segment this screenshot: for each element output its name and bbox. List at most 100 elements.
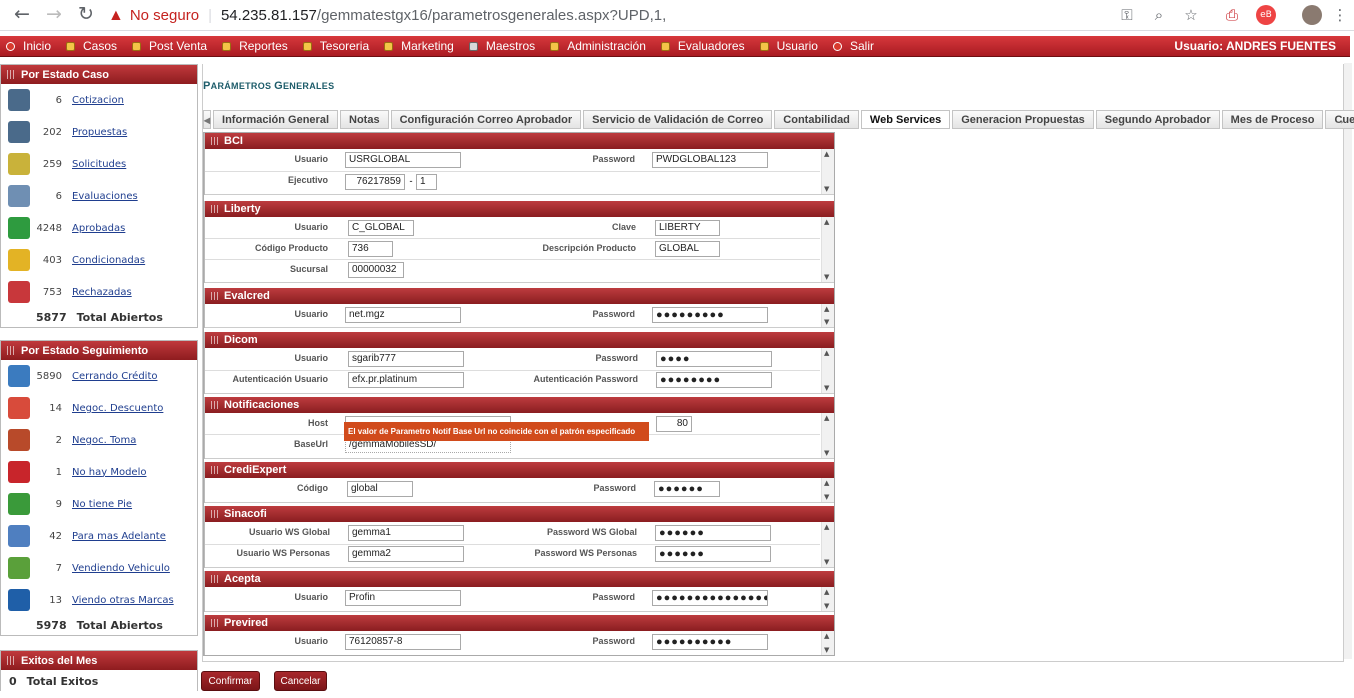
- section-scrollbar[interactable]: [821, 413, 834, 458]
- forward-icon[interactable]: →: [40, 0, 68, 28]
- sinacofi-pw-global-input[interactable]: ●●●●●●: [655, 525, 771, 541]
- tab-scroll-right-icon[interactable]: →: [1333, 110, 1346, 129]
- sidebar-link[interactable]: Rechazadas: [72, 287, 132, 298]
- section-scrollbar[interactable]: [821, 631, 834, 655]
- back-icon[interactable]: ←: [8, 0, 36, 28]
- sidebar-link[interactable]: Condicionadas: [72, 255, 145, 266]
- bookmark-star-icon[interactable]: ☆: [1181, 5, 1201, 25]
- liberty-clave-input[interactable]: LIBERTY: [655, 220, 720, 236]
- menu-item-administraci-n[interactable]: Administración: [550, 39, 646, 53]
- tab-segundo-aprobador[interactable]: Segundo Aprobador: [1095, 110, 1220, 129]
- sidebar-link[interactable]: Solicitudes: [72, 159, 126, 170]
- notif-port-input[interactable]: 80: [656, 416, 692, 432]
- section-scrollbar[interactable]: [821, 304, 834, 327]
- liberty-descripcion-input[interactable]: GLOBAL: [655, 241, 720, 257]
- pdf-extension-icon[interactable]: ⎙: [1222, 5, 1242, 25]
- item-count: 6: [55, 94, 62, 106]
- menu-item-tesoreria[interactable]: Tesoreria: [302, 39, 369, 53]
- acepta-password-input[interactable]: ●●●●●●●●●●●●●●●: [652, 590, 768, 606]
- menu-item-marketing[interactable]: Marketing: [384, 39, 454, 53]
- bci-ejecutivo-dv-input[interactable]: 1: [416, 174, 437, 190]
- sidebar-item: 1 No hay Modelo: [1, 456, 197, 488]
- menu-dots-icon[interactable]: ⋮: [1330, 5, 1350, 25]
- tab-configuraci-n-correo-aprobador[interactable]: Configuración Correo Aprobador: [390, 110, 582, 129]
- warning-icon: ▲: [108, 6, 124, 24]
- menu-item-salir[interactable]: Salir: [832, 39, 874, 53]
- tab-servicio-de-validaci-n-de-correo[interactable]: Servicio de Validación de Correo: [583, 110, 773, 129]
- label: Usuario: [294, 592, 328, 602]
- dicom-auth-password-input[interactable]: ●●●●●●●●: [656, 372, 772, 388]
- tab-informaci-n-general[interactable]: Información General: [213, 110, 339, 129]
- section-header: Dicom: [205, 332, 834, 348]
- sidebar-link[interactable]: Cerrando Crédito: [72, 371, 157, 382]
- sidebar-link[interactable]: No tiene Pie: [72, 499, 132, 510]
- reload-icon[interactable]: ↻: [72, 0, 100, 28]
- sidebar-item: 6 Cotizacion: [1, 84, 197, 116]
- menu-item-post-venta[interactable]: Post Venta: [132, 39, 207, 53]
- confirm-button[interactable]: Confirmar: [201, 671, 260, 691]
- section-scrollbar[interactable]: [821, 348, 834, 393]
- sidebar-link[interactable]: No hay Modelo: [72, 467, 146, 478]
- sidebar-item: 4248 Aprobadas: [1, 212, 197, 244]
- previred-usuario-input[interactable]: 76120857-8: [345, 634, 461, 650]
- sidebar-link[interactable]: Cotizacion: [72, 95, 124, 106]
- sidebar-item: 13 Viendo otras Marcas: [1, 584, 197, 616]
- sidebar-link[interactable]: Vendiendo Vehiculo: [72, 563, 170, 574]
- liberty-sucursal-input[interactable]: 00000032: [348, 262, 404, 278]
- status-icon: [8, 185, 30, 207]
- tab-notas[interactable]: Notas: [340, 110, 389, 129]
- crediexpert-password-input[interactable]: ●●●●●●: [654, 481, 720, 497]
- extension-icon[interactable]: eB: [1256, 5, 1276, 25]
- key-icon[interactable]: ⚿: [1117, 5, 1137, 25]
- section-scrollbar[interactable]: [821, 149, 834, 194]
- menu-item-inicio[interactable]: Inicio: [6, 39, 51, 53]
- section-scrollbar[interactable]: [821, 478, 834, 502]
- acepta-usuario-input[interactable]: Profin: [345, 590, 461, 606]
- sidebar-link[interactable]: Negoc. Toma: [72, 435, 136, 446]
- crediexpert-codigo-input[interactable]: global: [347, 481, 413, 497]
- evalcred-password-input[interactable]: ●●●●●●●●●: [652, 307, 768, 323]
- tab-contabilidad[interactable]: Contabilidad: [774, 110, 859, 129]
- address-bar[interactable]: ▲ No seguro | 54.235.81.157/gemmatestgx1…: [108, 0, 1108, 31]
- page-scrollbar[interactable]: [1344, 63, 1352, 659]
- status-icon: [8, 525, 30, 547]
- section-scrollbar[interactable]: [821, 587, 834, 611]
- dicom-usuario-input[interactable]: sgarib777: [348, 351, 464, 367]
- bci-password-input[interactable]: PWDGLOBAL123: [652, 152, 768, 168]
- tab-generacion-propuestas[interactable]: Generacion Propuestas: [952, 110, 1094, 129]
- sidebar-link[interactable]: Propuestas: [72, 127, 127, 138]
- check-icon: [759, 41, 769, 51]
- liberty-usuario-input[interactable]: C_GLOBAL: [348, 220, 414, 236]
- sidebar-item: 5890 Cerrando Crédito: [1, 360, 197, 392]
- bci-usuario-input[interactable]: USRGLOBAL: [345, 152, 461, 168]
- sidebar-link[interactable]: Aprobadas: [72, 223, 125, 234]
- menu-item-maestros[interactable]: Maestros: [468, 39, 535, 53]
- dicom-auth-usuario-input[interactable]: efx.pr.platinum: [348, 372, 464, 388]
- sidebar-link[interactable]: Evaluaciones: [72, 191, 138, 202]
- liberty-codigo-input[interactable]: 736: [348, 241, 393, 257]
- menu-item-reportes[interactable]: Reportes: [222, 39, 288, 53]
- sinacofi-pw-personas-input[interactable]: ●●●●●●: [655, 546, 771, 562]
- estado-caso-header: Por Estado Caso: [1, 65, 197, 84]
- tab-web-services[interactable]: Web Services: [860, 110, 951, 129]
- tab-mes-de-proceso[interactable]: Mes de Proceso: [1221, 110, 1324, 129]
- sidebar-link[interactable]: Para mas Adelante: [72, 531, 166, 542]
- menu-item-casos[interactable]: Casos: [66, 39, 117, 53]
- bci-ejecutivo-input[interactable]: 76217859: [345, 174, 405, 190]
- sidebar-link[interactable]: Negoc. Descuento: [72, 403, 163, 414]
- menu-item-usuario[interactable]: Usuario: [759, 39, 818, 53]
- item-count: 753: [42, 286, 62, 298]
- dicom-password-input[interactable]: ●●●●: [656, 351, 772, 367]
- previred-password-input[interactable]: ●●●●●●●●●●: [652, 634, 768, 650]
- zoom-icon[interactable]: ⌕: [1149, 5, 1169, 25]
- avatar[interactable]: [1302, 5, 1322, 25]
- evalcred-usuario-input[interactable]: net.mgz: [345, 307, 461, 323]
- section-scrollbar[interactable]: [821, 217, 834, 282]
- section-scrollbar[interactable]: [821, 522, 834, 567]
- tab-scroll-left-icon[interactable]: ◂: [203, 110, 212, 129]
- sidebar-link[interactable]: Viendo otras Marcas: [72, 595, 174, 606]
- sinacofi-ws-personas-input[interactable]: gemma2: [348, 546, 464, 562]
- menu-item-evaluadores[interactable]: Evaluadores: [660, 39, 745, 53]
- sinacofi-ws-global-input[interactable]: gemma1: [348, 525, 464, 541]
- cancel-button[interactable]: Cancelar: [274, 671, 327, 691]
